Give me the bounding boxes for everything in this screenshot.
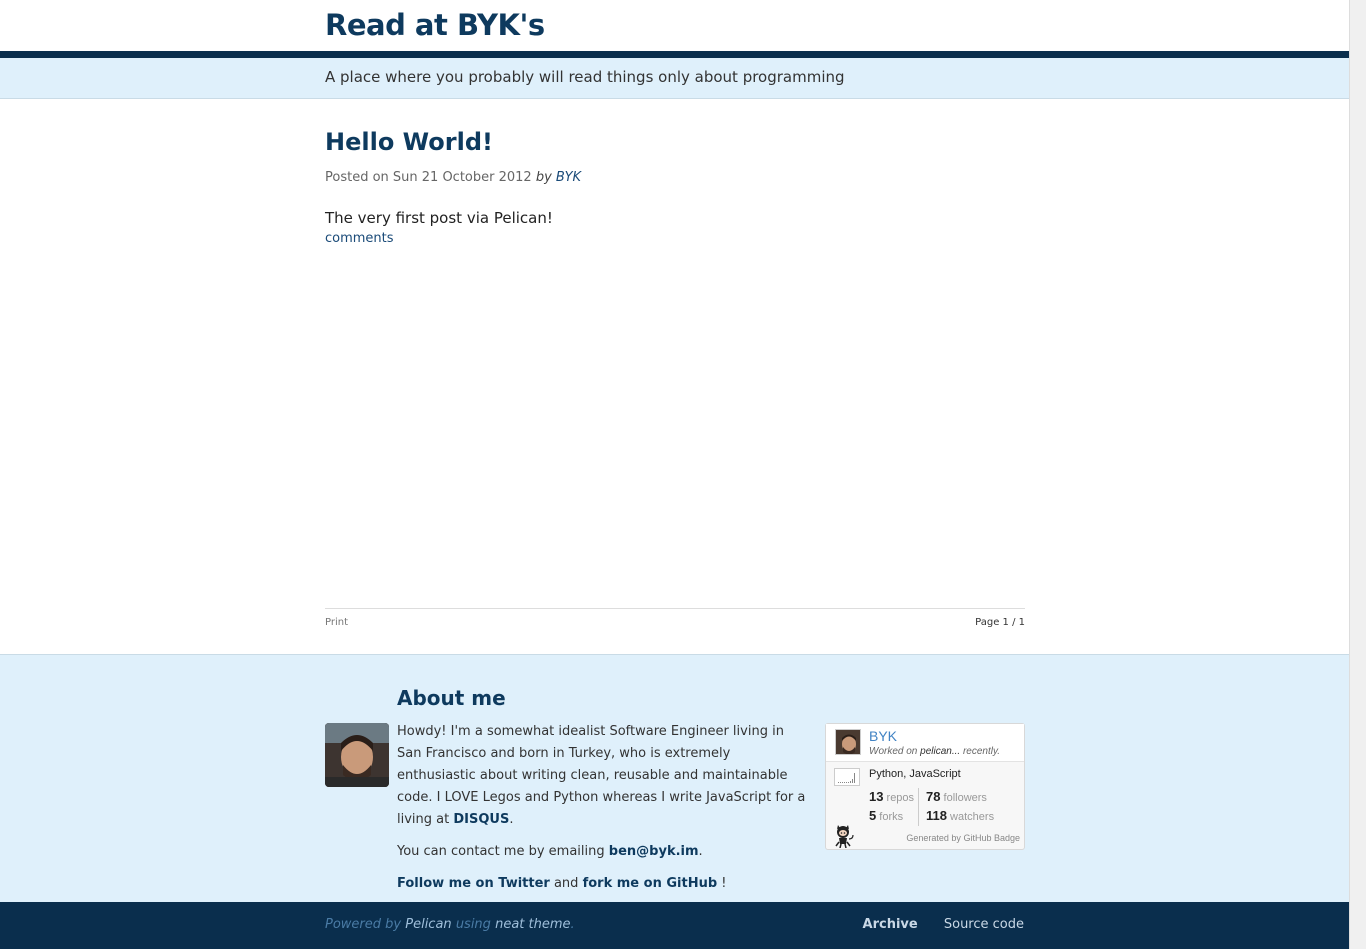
github-avatar-portrait-icon	[836, 730, 860, 754]
avatar-portrait-icon	[325, 723, 389, 787]
contact-end: .	[698, 844, 703, 859]
site-tagline: A place where you probably will read thi…	[325, 68, 845, 86]
github-activity: Worked on pelican... recently.	[869, 746, 1000, 757]
github-username-link[interactable]: BYK	[869, 728, 897, 744]
repos-stat: 13 repos	[869, 788, 914, 807]
site-footer: Powered by Pelican using neat theme. Arc…	[0, 902, 1349, 949]
post-body: The very first post via Pelican!	[325, 209, 553, 227]
followers-count: 78	[926, 789, 941, 804]
pelican-link[interactable]: Pelican	[405, 917, 451, 932]
site-header: Read at BYK's	[0, 0, 1349, 51]
powered-by-text: Powered by	[325, 917, 402, 932]
github-stats-col2: 78 followers 118 watchers	[918, 788, 994, 826]
social-paragraph: Follow me on Twitter and fork me on GitH…	[397, 873, 807, 895]
forks-stat: 5 forks	[869, 807, 914, 826]
followers-label: followers	[943, 792, 987, 804]
post-author-link[interactable]: BYK	[556, 170, 581, 185]
using-text: using	[455, 917, 491, 932]
github-badge-generator-link[interactable]: GitHub Badge	[963, 833, 1020, 843]
activity-repo-link[interactable]: pelican...	[920, 746, 960, 757]
post-title-link[interactable]: Hello World!	[325, 128, 493, 156]
and-text: and	[553, 876, 579, 891]
email-link[interactable]: ben@byk.im	[609, 844, 699, 859]
activity-suffix: recently.	[962, 746, 1001, 757]
followers-stat: 78 followers	[926, 788, 994, 807]
source-code-link[interactable]: Source code	[944, 917, 1024, 932]
forks-count: 5	[869, 808, 877, 823]
about-intro-paragraph: Howdy! I'm a somewhat idealist Software …	[397, 721, 807, 831]
intro-end: .	[509, 812, 514, 827]
twitter-link[interactable]: Follow me on Twitter	[397, 876, 550, 891]
github-badge-footer: Generated by GitHub Badge	[906, 833, 1020, 843]
contact-prefix: You can contact me by emailing	[397, 844, 605, 859]
tagline-band: A place where you probably will read thi…	[0, 58, 1349, 99]
follow-end: !	[721, 876, 727, 891]
contact-paragraph: You can contact me by emailing ben@byk.i…	[397, 841, 807, 863]
github-stats-col1: 13 repos 5 forks	[869, 788, 914, 826]
github-link[interactable]: fork me on GitHub	[583, 876, 718, 891]
repos-label: repos	[886, 792, 915, 804]
header-divider-bar	[0, 51, 1349, 58]
activity-prefix: Worked on	[869, 746, 918, 757]
page-scrollbar[interactable]	[1349, 0, 1366, 949]
disqus-link[interactable]: DISQUS	[453, 812, 509, 827]
language-chart-icon	[834, 768, 860, 786]
about-section: About me Howdy! I'm a somewhat idealist …	[0, 654, 1349, 902]
repos-count: 13	[869, 789, 884, 804]
print-link[interactable]: Print	[325, 617, 348, 628]
github-badge-header: BYK Worked on pelican... recently.	[826, 724, 1024, 762]
github-avatar[interactable]	[835, 729, 861, 755]
post-meta: Posted on Sun 21 October 2012 by BYK	[325, 170, 581, 185]
forks-label: forks	[879, 811, 904, 823]
about-text: Howdy! I'm a somewhat idealist Software …	[397, 721, 807, 905]
theme-link[interactable]: neat theme	[495, 917, 570, 932]
footer-nav: Archive Source code	[863, 917, 1024, 932]
octocat-icon	[832, 824, 856, 849]
post-by: by	[535, 170, 552, 185]
octocat-glyph	[835, 825, 854, 849]
watchers-label: watchers	[950, 811, 995, 823]
site-title-link[interactable]: Read at BYK's	[325, 8, 545, 42]
pager: Print Page 1 / 1	[325, 608, 1025, 628]
archive-link[interactable]: Archive	[863, 917, 918, 932]
bar-chart-icon	[838, 773, 855, 783]
post-date: Posted on Sun 21 October 2012	[325, 170, 532, 185]
watchers-stat: 118 watchers	[926, 807, 994, 826]
generated-by-text: Generated by	[906, 833, 961, 843]
about-title: About me	[397, 686, 506, 710]
powered-period: .	[570, 917, 575, 932]
comments-link[interactable]: comments	[325, 231, 394, 246]
watchers-count: 118	[926, 808, 947, 823]
powered-by: Powered by Pelican using neat theme.	[325, 917, 575, 932]
page-info: Page 1 / 1	[975, 617, 1025, 628]
github-languages: Python, JavaScript	[869, 768, 961, 780]
github-badge: BYK Worked on pelican... recently. Pytho…	[825, 723, 1025, 850]
author-avatar	[325, 723, 389, 787]
